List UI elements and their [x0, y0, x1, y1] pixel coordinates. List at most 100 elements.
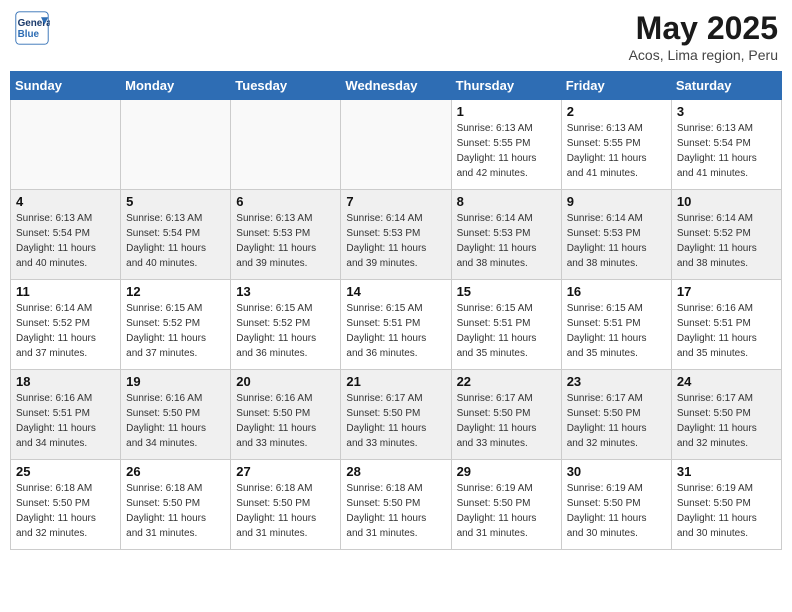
calendar-cell: 28Sunrise: 6:18 AMSunset: 5:50 PMDayligh…: [341, 460, 451, 550]
day-number: 23: [567, 374, 666, 389]
calendar-week-4: 18 Sunrise: 6:16 AMSunset: 5:51 PMDayligh…: [11, 370, 782, 460]
calendar-cell: 25 Sunrise: 6:18 AMSunset: 5:50 PMDayligh…: [11, 460, 121, 550]
svg-text:Blue: Blue: [18, 29, 40, 40]
day-info: Sunrise: 6:19 AMSunset: 5:50 PMDaylight:…: [457, 481, 556, 541]
day-info: Sunrise: 6:14 AMSunset: 5:52 PMDaylight:…: [677, 211, 776, 271]
calendar-cell: 1 Sunrise: 6:13 AMSunset: 5:55 PMDaylight…: [451, 100, 561, 190]
location: Acos, Lima region, Peru: [629, 47, 778, 63]
day-number: 10: [677, 194, 776, 209]
day-info: Sunrise: 6:15 AMSunset: 5:51 PMDaylight:…: [346, 301, 445, 361]
calendar-cell: 21 Sunrise: 6:17 AMSunset: 5:50 PMDayligh…: [341, 370, 451, 460]
calendar-cell: 18 Sunrise: 6:16 AMSunset: 5:51 PMDayligh…: [11, 370, 121, 460]
calendar-week-2: 4 Sunrise: 6:13 AMSunset: 5:54 PMDaylight…: [11, 190, 782, 280]
day-number: 28: [346, 464, 445, 479]
calendar-cell: 15 Sunrise: 6:15 AMSunset: 5:51 PMDayligh…: [451, 280, 561, 370]
day-info: Sunrise: 6:16 AMSunset: 5:50 PMDaylight:…: [236, 391, 335, 451]
calendar-table: SundayMondayTuesdayWednesdayThursdayFrid…: [10, 71, 782, 550]
calendar-cell: 5 Sunrise: 6:13 AMSunset: 5:54 PMDaylight…: [121, 190, 231, 280]
day-info: Sunrise: 6:15 AMSunset: 5:52 PMDaylight:…: [126, 301, 225, 361]
day-number: 31: [677, 464, 776, 479]
day-number: 30: [567, 464, 666, 479]
calendar-cell: 14 Sunrise: 6:15 AMSunset: 5:51 PMDayligh…: [341, 280, 451, 370]
day-number: 7: [346, 194, 445, 209]
calendar-cell: 12 Sunrise: 6:15 AMSunset: 5:52 PMDayligh…: [121, 280, 231, 370]
calendar-cell: 9Sunrise: 6:14 AMSunset: 5:53 PMDaylight…: [561, 190, 671, 280]
day-info: Sunrise: 6:13 AMSunset: 5:54 PMDaylight:…: [16, 211, 115, 271]
day-number: 14: [346, 284, 445, 299]
calendar-week-5: 25 Sunrise: 6:18 AMSunset: 5:50 PMDayligh…: [11, 460, 782, 550]
month-title: May 2025: [629, 10, 778, 47]
title-block: May 2025 Acos, Lima region, Peru: [629, 10, 778, 63]
calendar-cell: 16Sunrise: 6:15 AMSunset: 5:51 PMDayligh…: [561, 280, 671, 370]
day-info: Sunrise: 6:13 AMSunset: 5:55 PMDaylight:…: [567, 121, 666, 181]
day-number: 5: [126, 194, 225, 209]
day-info: Sunrise: 6:18 AMSunset: 5:50 PMDaylight:…: [126, 481, 225, 541]
day-info: Sunrise: 6:16 AMSunset: 5:50 PMDaylight:…: [126, 391, 225, 451]
calendar-cell: 20 Sunrise: 6:16 AMSunset: 5:50 PMDayligh…: [231, 370, 341, 460]
weekday-header-row: SundayMondayTuesdayWednesdayThursdayFrid…: [11, 72, 782, 100]
day-number: 1: [457, 104, 556, 119]
day-info: Sunrise: 6:17 AMSunset: 5:50 PMDaylight:…: [567, 391, 666, 451]
day-info: Sunrise: 6:17 AMSunset: 5:50 PMDaylight:…: [346, 391, 445, 451]
day-number: 8: [457, 194, 556, 209]
calendar-cell: 27Sunrise: 6:18 AMSunset: 5:50 PMDayligh…: [231, 460, 341, 550]
calendar-cell: 4 Sunrise: 6:13 AMSunset: 5:54 PMDaylight…: [11, 190, 121, 280]
calendar-cell: [231, 100, 341, 190]
day-info: Sunrise: 6:19 AMSunset: 5:50 PMDaylight:…: [567, 481, 666, 541]
day-info: Sunrise: 6:14 AMSunset: 5:52 PMDaylight:…: [16, 301, 115, 361]
day-number: 18: [16, 374, 115, 389]
day-info: Sunrise: 6:17 AMSunset: 5:50 PMDaylight:…: [457, 391, 556, 451]
weekday-header-friday: Friday: [561, 72, 671, 100]
weekday-header-sunday: Sunday: [11, 72, 121, 100]
day-info: Sunrise: 6:15 AMSunset: 5:51 PMDaylight:…: [457, 301, 556, 361]
calendar-cell: 13 Sunrise: 6:15 AMSunset: 5:52 PMDayligh…: [231, 280, 341, 370]
weekday-header-tuesday: Tuesday: [231, 72, 341, 100]
calendar-cell: 7 Sunrise: 6:14 AMSunset: 5:53 PMDaylight…: [341, 190, 451, 280]
day-number: 19: [126, 374, 225, 389]
day-info: Sunrise: 6:14 AMSunset: 5:53 PMDaylight:…: [457, 211, 556, 271]
calendar-cell: 10 Sunrise: 6:14 AMSunset: 5:52 PMDayligh…: [671, 190, 781, 280]
day-number: 4: [16, 194, 115, 209]
day-number: 13: [236, 284, 335, 299]
day-info: Sunrise: 6:14 AMSunset: 5:53 PMDaylight:…: [567, 211, 666, 271]
calendar-cell: [11, 100, 121, 190]
weekday-header-wednesday: Wednesday: [341, 72, 451, 100]
calendar-cell: 31Sunrise: 6:19 AMSunset: 5:50 PMDayligh…: [671, 460, 781, 550]
calendar-cell: 3Sunrise: 6:13 AMSunset: 5:54 PMDaylight…: [671, 100, 781, 190]
day-info: Sunrise: 6:18 AMSunset: 5:50 PMDaylight:…: [16, 481, 115, 541]
day-number: 21: [346, 374, 445, 389]
day-number: 15: [457, 284, 556, 299]
calendar-week-3: 11 Sunrise: 6:14 AMSunset: 5:52 PMDayligh…: [11, 280, 782, 370]
day-info: Sunrise: 6:13 AMSunset: 5:54 PMDaylight:…: [126, 211, 225, 271]
day-info: Sunrise: 6:17 AMSunset: 5:50 PMDaylight:…: [677, 391, 776, 451]
day-number: 27: [236, 464, 335, 479]
calendar-cell: 26 Sunrise: 6:18 AMSunset: 5:50 PMDayligh…: [121, 460, 231, 550]
day-number: 25: [16, 464, 115, 479]
weekday-header-monday: Monday: [121, 72, 231, 100]
page-header: General Blue General Blue May 2025 Acos,…: [10, 10, 782, 63]
calendar-cell: [341, 100, 451, 190]
day-number: 11: [16, 284, 115, 299]
day-number: 24: [677, 374, 776, 389]
day-info: Sunrise: 6:14 AMSunset: 5:53 PMDaylight:…: [346, 211, 445, 271]
day-info: Sunrise: 6:15 AMSunset: 5:51 PMDaylight:…: [567, 301, 666, 361]
day-info: Sunrise: 6:13 AMSunset: 5:55 PMDaylight:…: [457, 121, 556, 181]
calendar-cell: 24 Sunrise: 6:17 AMSunset: 5:50 PMDayligh…: [671, 370, 781, 460]
day-number: 26: [126, 464, 225, 479]
weekday-header-saturday: Saturday: [671, 72, 781, 100]
day-number: 20: [236, 374, 335, 389]
calendar-cell: 11 Sunrise: 6:14 AMSunset: 5:52 PMDayligh…: [11, 280, 121, 370]
logo-icon: General Blue: [14, 10, 50, 46]
weekday-header-thursday: Thursday: [451, 72, 561, 100]
calendar-cell: 22Sunrise: 6:17 AMSunset: 5:50 PMDayligh…: [451, 370, 561, 460]
calendar-week-1: 1 Sunrise: 6:13 AMSunset: 5:55 PMDaylight…: [11, 100, 782, 190]
calendar-cell: 6Sunrise: 6:13 AMSunset: 5:53 PMDaylight…: [231, 190, 341, 280]
day-info: Sunrise: 6:16 AMSunset: 5:51 PMDaylight:…: [677, 301, 776, 361]
logo: General Blue General Blue: [14, 10, 50, 46]
day-info: Sunrise: 6:16 AMSunset: 5:51 PMDaylight:…: [16, 391, 115, 451]
calendar-cell: 23 Sunrise: 6:17 AMSunset: 5:50 PMDayligh…: [561, 370, 671, 460]
day-number: 17: [677, 284, 776, 299]
day-number: 12: [126, 284, 225, 299]
day-info: Sunrise: 6:15 AMSunset: 5:52 PMDaylight:…: [236, 301, 335, 361]
calendar-cell: 29Sunrise: 6:19 AMSunset: 5:50 PMDayligh…: [451, 460, 561, 550]
